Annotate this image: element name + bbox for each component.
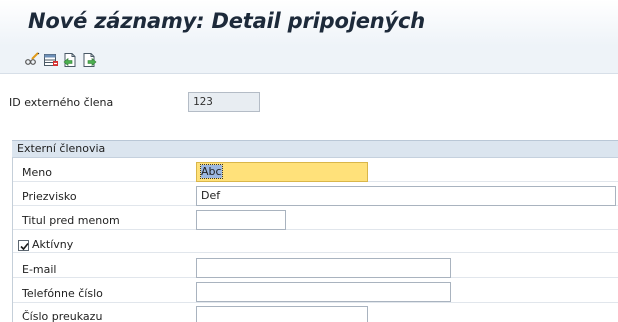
priezvisko-label: Priezvisko bbox=[22, 190, 77, 203]
table-view-icon[interactable] bbox=[43, 52, 59, 68]
row-divider bbox=[13, 252, 618, 253]
aktivny-label: Aktívny bbox=[32, 238, 74, 251]
priezvisko-input[interactable]: Def bbox=[196, 186, 616, 206]
meno-input[interactable]: Abc bbox=[196, 162, 368, 182]
check-icon bbox=[20, 242, 29, 251]
preukaz-input[interactable] bbox=[196, 306, 368, 322]
id-label: ID externého člena bbox=[9, 96, 114, 109]
next-entry-icon[interactable] bbox=[81, 52, 97, 68]
email-label: E-mail bbox=[22, 263, 57, 276]
edit-glasses-icon[interactable] bbox=[24, 52, 40, 68]
previous-entry-icon[interactable] bbox=[62, 52, 78, 68]
meno-label: Meno bbox=[22, 166, 52, 179]
toolbar bbox=[0, 46, 618, 74]
group-title: Externí členovia bbox=[17, 142, 106, 155]
page-title: Nové záznamy: Detail pripojených bbox=[28, 9, 425, 33]
titul-label: Titul pred menom bbox=[22, 214, 120, 227]
preukaz-label: Číslo preukazu bbox=[22, 310, 103, 322]
email-input[interactable] bbox=[196, 258, 451, 278]
aktivny-checkbox[interactable] bbox=[18, 240, 29, 251]
id-field: 123 bbox=[188, 92, 260, 112]
row-divider bbox=[13, 302, 618, 303]
row-divider bbox=[13, 229, 618, 230]
telefon-label: Telefónne číslo bbox=[22, 287, 103, 300]
telefon-input[interactable] bbox=[196, 282, 451, 302]
meno-value: Abc bbox=[200, 164, 223, 179]
titul-input[interactable] bbox=[196, 210, 286, 230]
title-bar: Nové záznamy: Detail pripojených bbox=[0, 0, 618, 46]
